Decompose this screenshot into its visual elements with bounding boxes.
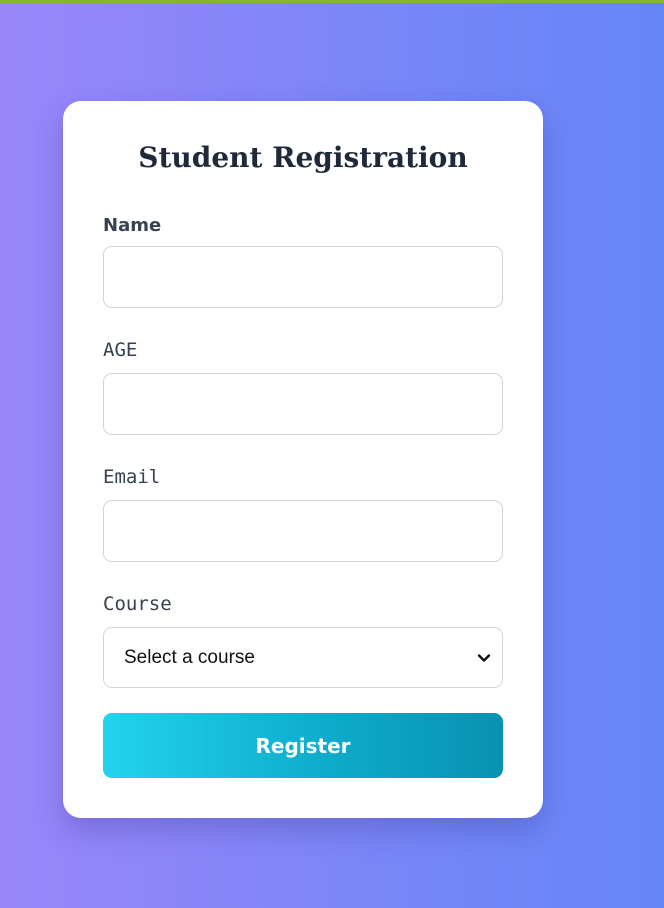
chevron-down-icon xyxy=(476,650,492,666)
top-accent-strip xyxy=(0,0,664,3)
name-label: Name xyxy=(103,215,162,236)
age-label: AGE xyxy=(103,339,138,361)
age-field[interactable] xyxy=(103,373,503,435)
page-title: Student Registration xyxy=(138,141,468,174)
course-label: Course xyxy=(103,593,172,615)
course-select[interactable]: Select a course xyxy=(103,627,503,688)
email-field[interactable] xyxy=(103,500,503,562)
name-field[interactable] xyxy=(103,246,503,308)
course-select-value: Select a course xyxy=(124,646,255,668)
registration-card: Student Registration Name AGE Email Cour… xyxy=(63,101,543,818)
email-label: Email xyxy=(103,466,161,488)
register-button[interactable]: Register xyxy=(103,713,503,778)
